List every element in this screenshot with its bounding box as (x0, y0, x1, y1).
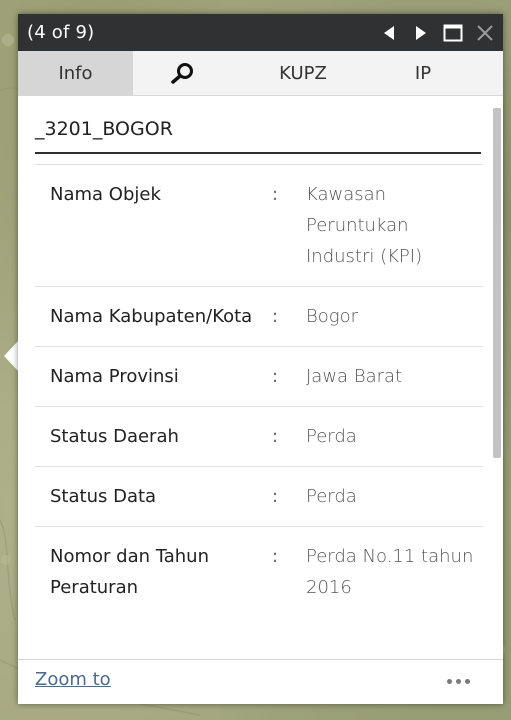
feature-counter: (4 of 9) (27, 22, 95, 43)
attribute-row: Nama Provinsi : Jawa Barat (35, 346, 483, 407)
tab-kupz[interactable]: KUPZ (233, 51, 373, 95)
content-scrollbar[interactable] (493, 108, 501, 668)
next-feature-button[interactable] (411, 23, 431, 43)
ellipsis-icon (447, 679, 452, 684)
ellipsis-icon (465, 679, 470, 684)
zoom-to-link[interactable]: Zoom to (35, 669, 111, 690)
tab-ip[interactable]: IP (373, 51, 473, 95)
attribute-separator: : (272, 486, 279, 507)
attribute-row: Nama Objek : Kawasan Peruntukan Industri… (35, 164, 483, 287)
attribute-value: Kawasan Peruntukan Industri (KPI) (306, 184, 423, 267)
attribute-row: Status Daerah : Perda (35, 406, 483, 467)
popup-controls (379, 14, 495, 51)
attribute-label: Nama Provinsi (50, 366, 179, 387)
popup-content[interactable]: _3201_BOGOR Nama Objek : Kawasan Peruntu… (18, 95, 503, 661)
tab-search[interactable] (133, 51, 233, 95)
triangle-left-icon (384, 25, 394, 40)
feature-title: _3201_BOGOR (35, 95, 481, 154)
attribute-value: Perda (306, 426, 357, 447)
search-icon (171, 63, 193, 84)
attribute-table: Nama Objek : Kawasan Peruntukan Industri… (35, 164, 483, 617)
attribute-value: Perda No.11 tahun 2016 (306, 546, 474, 598)
attribute-label: Nama Kabupaten/Kota (50, 306, 253, 327)
tab-kupz-label: KUPZ (279, 62, 327, 84)
x-icon (477, 24, 493, 41)
feature-popup: (4 of 9) Info KUPZ IP _3201_BOGOR Nama O… (18, 14, 503, 704)
previous-feature-button[interactable] (379, 23, 399, 43)
tab-info-label: Info (58, 62, 93, 84)
attribute-separator: : (272, 546, 279, 567)
attribute-row: Nama Kabupaten/Kota : Bogor (35, 286, 483, 347)
attribute-separator: : (272, 366, 279, 387)
popup-titlebar: (4 of 9) (18, 14, 503, 51)
attribute-label: Status Data (50, 486, 157, 507)
tab-ip-label: IP (414, 62, 432, 84)
maximize-button[interactable] (443, 23, 463, 43)
square-outline-icon (443, 24, 463, 41)
ellipsis-icon (456, 679, 461, 684)
popup-footer: Zoom to (18, 659, 503, 704)
attribute-row: Status Data : Perda (35, 466, 483, 527)
attribute-value: Jawa Barat (306, 366, 403, 387)
attribute-row: Nomor dan Tahun Peraturan : Perda No.11 … (35, 526, 483, 618)
attribute-value: Perda (306, 486, 357, 507)
attribute-separator: : (272, 306, 279, 327)
more-actions-button[interactable] (447, 679, 470, 684)
popup-pointer (4, 340, 19, 372)
attribute-separator: : (272, 184, 279, 205)
attribute-value: Bogor (306, 306, 359, 327)
tab-info[interactable]: Info (18, 51, 133, 95)
attribute-label: Nomor dan Tahun Peraturan (50, 546, 210, 598)
scrollbar-thumb[interactable] (493, 108, 501, 458)
popup-tabs: Info KUPZ IP (18, 51, 503, 96)
close-button[interactable] (475, 23, 495, 43)
triangle-right-icon (416, 25, 426, 40)
attribute-label: Nama Objek (50, 184, 161, 205)
attribute-label: Status Daerah (50, 426, 179, 447)
attribute-separator: : (272, 426, 279, 447)
